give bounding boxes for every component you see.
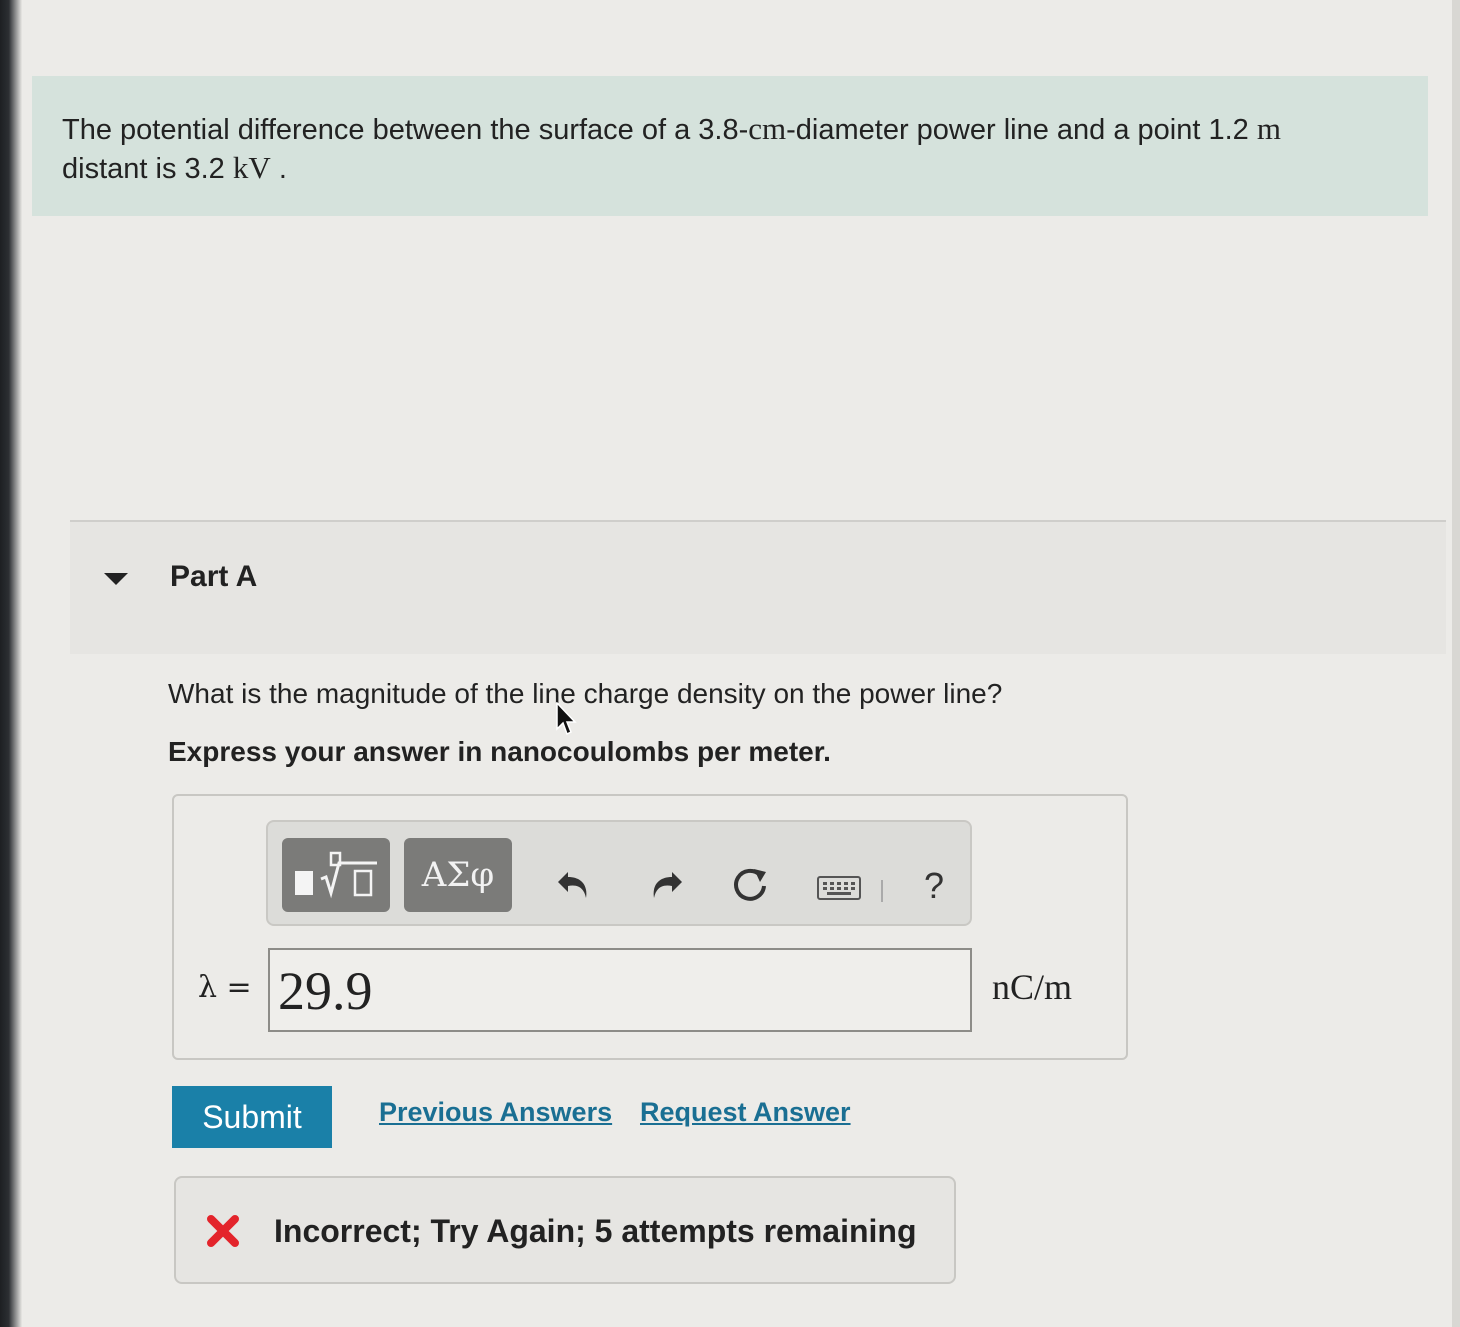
reset-icon: [734, 868, 766, 901]
question-text: What is the magnitude of the line charge…: [168, 678, 1003, 709]
previous-answers-link[interactable]: Previous Answers: [379, 1097, 612, 1128]
intro-text-segment: .: [270, 153, 287, 185]
reset-button[interactable]: [728, 862, 774, 908]
greek-symbols-button[interactable]: ΑΣφ: [404, 838, 512, 912]
answer-input[interactable]: 29.9: [268, 948, 972, 1032]
help-icon: ?: [923, 865, 945, 906]
screen-bezel-right: [1452, 0, 1460, 1327]
undo-button[interactable]: [552, 862, 596, 906]
intro-unit-kv: kV: [232, 150, 271, 185]
keyboard-icon: [817, 876, 861, 900]
incorrect-x-icon: [207, 1215, 239, 1247]
screen-bezel-left: [0, 0, 22, 1327]
intro-unit-m: m: [1256, 111, 1281, 146]
problem-statement: The potential difference between the sur…: [62, 110, 1398, 188]
mouse-pointer-icon: [556, 702, 577, 736]
intro-text-segment: The potential difference between the sur…: [62, 114, 749, 146]
intro-text-segment: distant is 3.2: [62, 153, 233, 185]
help-button[interactable]: ?: [916, 862, 952, 910]
toolbar-separator: [881, 880, 883, 902]
undo-icon: [558, 872, 587, 898]
part-title[interactable]: Part A: [170, 560, 257, 594]
problem-intro: The potential difference between the sur…: [32, 76, 1428, 216]
request-answer-link[interactable]: Request Answer: [640, 1097, 851, 1128]
greek-symbols-icon: ΑΣφ: [421, 855, 495, 895]
feedback-message: Incorrect; Try Again; 5 attempts remaini…: [274, 1213, 917, 1249]
keyboard-button[interactable]: [814, 872, 864, 904]
answer-instruction: Express your answer in nanocoulombs per …: [168, 736, 831, 767]
intro-text-segment: -diameter power line and a point 1.2: [786, 114, 1257, 146]
templates-button[interactable]: [282, 838, 390, 912]
redo-button[interactable]: [644, 862, 688, 906]
variable-label: λ =: [198, 970, 252, 1005]
templates-icon: [295, 851, 377, 899]
part-a-header[interactable]: [70, 522, 1446, 654]
submit-button[interactable]: Submit: [172, 1086, 332, 1148]
redo-icon: [653, 872, 682, 898]
answer-unit: nC/m: [992, 967, 1073, 1007]
intro-unit-cm: cm: [748, 111, 787, 146]
collapse-caret-icon[interactable]: [104, 573, 128, 585]
